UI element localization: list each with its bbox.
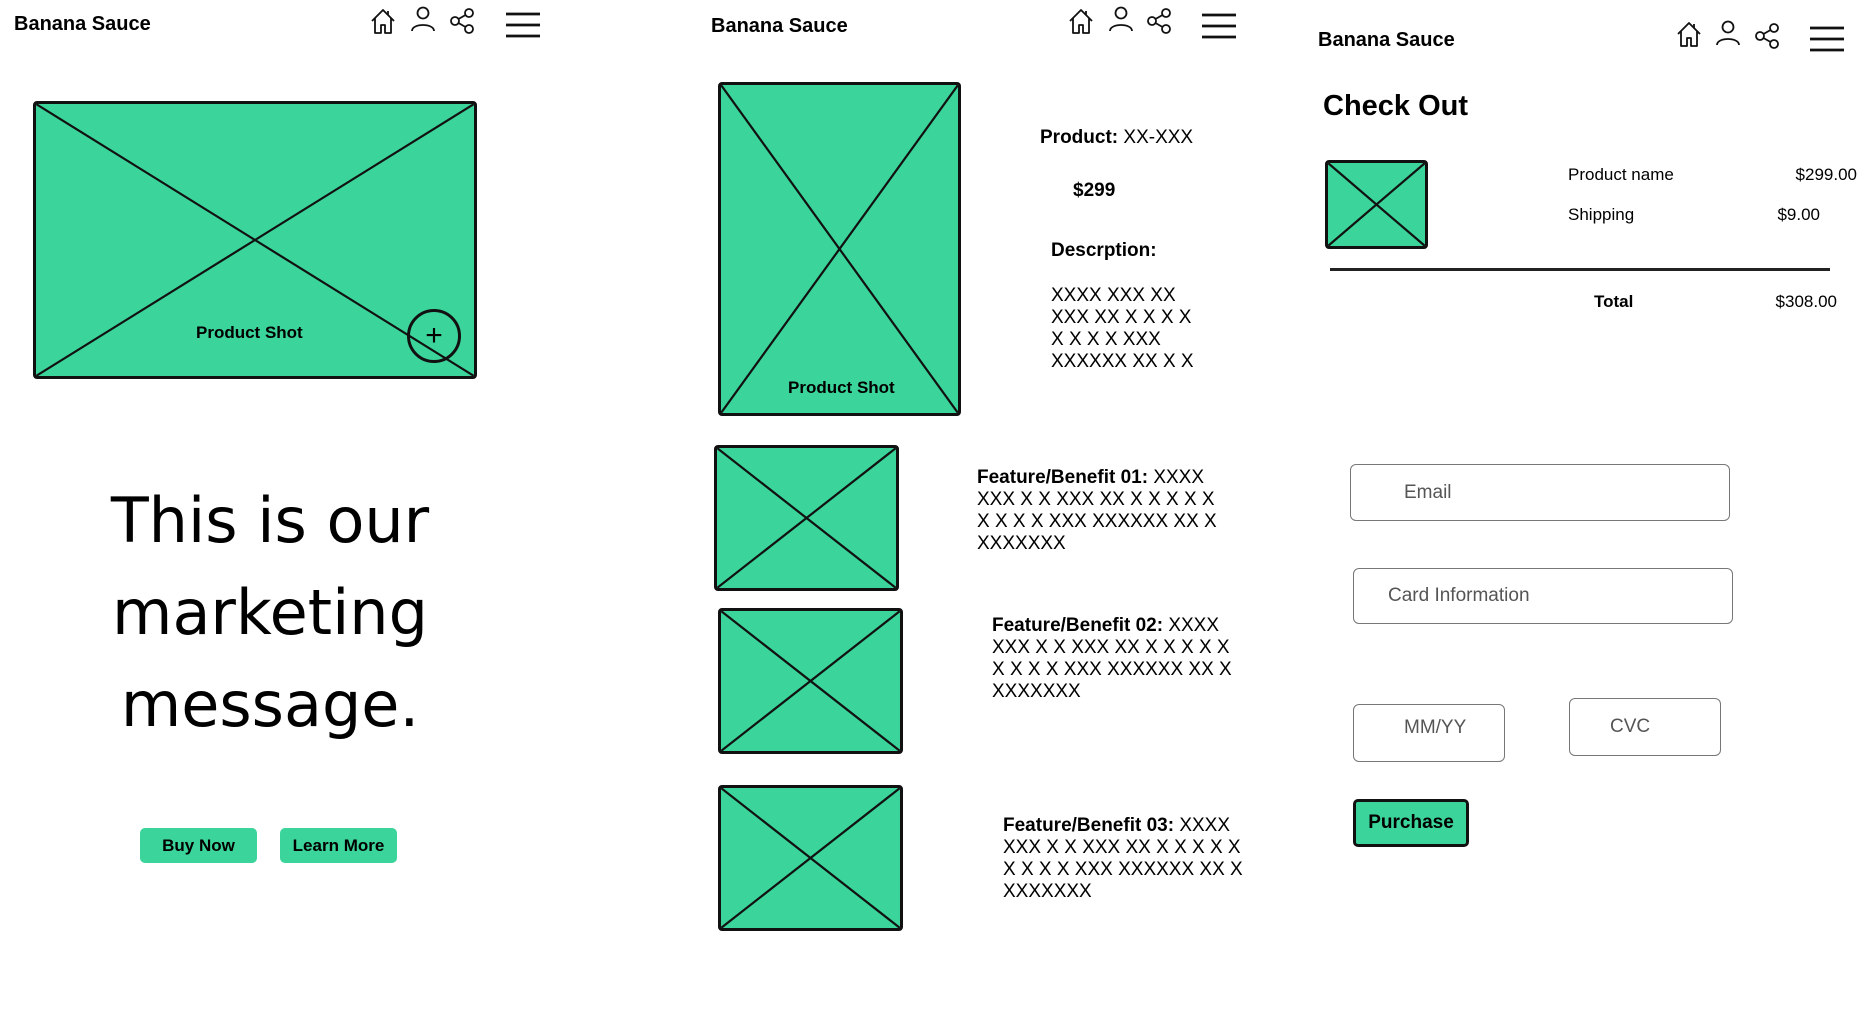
user-icon[interactable] <box>1106 4 1136 34</box>
product-code-label: Product: <box>1040 127 1119 148</box>
home-icon[interactable] <box>1066 6 1096 36</box>
description-line: XXXXXX XX X X <box>1051 351 1194 372</box>
feature-label: Feature/Benefit 01: <box>977 467 1149 488</box>
expiry-placeholder: MM/YY <box>1404 717 1467 738</box>
product-shot-placeholder[interactable]: Product Shot <box>718 82 961 416</box>
feature-line: X X X X XXX XXXXXX XX X <box>992 659 1232 680</box>
feature-image-placeholder <box>714 445 899 591</box>
plus-icon: + <box>425 319 443 352</box>
feature-benefit-03: Feature/Benefit 03: XXXX XXX X X XXX XX … <box>1003 815 1243 903</box>
product-price: $299 <box>1073 180 1116 201</box>
buy-now-button[interactable]: Buy Now <box>140 828 257 863</box>
feature-label: Feature/Benefit 03: <box>1003 815 1175 836</box>
description-line: XXX XX X X X X <box>1051 307 1192 328</box>
share-icon[interactable] <box>447 6 477 36</box>
description-text: XXXX XXX XX XXX XX X X X X X X X X XXX X… <box>1051 285 1194 373</box>
feature-line: XXX X X XXX XX X X X X X <box>1003 837 1241 858</box>
expiry-field[interactable]: MM/YY <box>1353 704 1505 762</box>
feature-line: X X X X XXX XXXXXX XX X <box>977 511 1217 532</box>
user-icon[interactable] <box>1713 18 1743 48</box>
cart-item-thumbnail <box>1325 160 1428 249</box>
card-information-placeholder: Card Information <box>1388 585 1530 606</box>
hamburger-menu-icon[interactable] <box>1201 11 1237 41</box>
line-item-name: Shipping <box>1568 205 1635 224</box>
line-item-name: Product name <box>1568 165 1674 184</box>
cvc-placeholder: CVC <box>1610 716 1651 737</box>
line-item-amount: $9.00 <box>1777 205 1820 224</box>
product-code-value: XX-XXX <box>1123 127 1194 148</box>
total-amount: $308.00 <box>1775 292 1837 311</box>
marketing-message-line: This is our <box>110 484 430 557</box>
feature-image-placeholder <box>718 785 903 931</box>
zoom-button[interactable]: + <box>407 309 461 363</box>
purchase-button[interactable]: Purchase <box>1353 799 1469 847</box>
product-shot-label: Product Shot <box>196 323 303 342</box>
feature-line: XXXXXXX <box>992 681 1081 702</box>
feature-benefit-01: Feature/Benefit 01: XXXX XXX X X XXX XX … <box>977 467 1217 555</box>
product-code: Product: XX-XXX <box>1040 127 1193 149</box>
product-shot-label: Product Shot <box>788 378 895 397</box>
share-icon[interactable] <box>1752 21 1782 51</box>
email-field[interactable]: Email <box>1350 464 1730 521</box>
home-icon[interactable] <box>368 6 398 36</box>
share-icon[interactable] <box>1144 6 1174 36</box>
feature-line: X X X X XXX XXXXXX XX X <box>1003 859 1243 880</box>
total-label: Total <box>1594 292 1634 311</box>
hamburger-menu-icon[interactable] <box>505 10 541 40</box>
card-information-field[interactable]: Card Information <box>1353 568 1733 624</box>
marketing-message: This is our marketing message. <box>60 475 480 751</box>
feature-line: XXX X X XXX XX X X X X X <box>977 489 1215 510</box>
description-line: XXXX XXX XX <box>1051 285 1176 306</box>
hamburger-menu-icon[interactable] <box>1809 24 1845 54</box>
brand-logo[interactable]: Banana Sauce <box>711 15 848 38</box>
page-title: Check Out <box>1323 90 1469 122</box>
feature-line: XXXXXXX <box>1003 881 1092 902</box>
user-icon[interactable] <box>408 4 438 34</box>
feature-line: XXX X X XXX XX X X X X X <box>992 637 1230 658</box>
marketing-message-line: message. <box>120 668 420 741</box>
brand-logo[interactable]: Banana Sauce <box>14 13 151 36</box>
marketing-message-line: marketing <box>112 576 428 649</box>
feature-text: XXXX <box>1153 467 1205 488</box>
feature-text: XXXX <box>1168 615 1220 636</box>
feature-benefit-02: Feature/Benefit 02: XXXX XXX X X XXX XX … <box>992 615 1232 703</box>
product-shot-placeholder[interactable]: Product Shot + <box>33 101 477 379</box>
home-icon[interactable] <box>1674 19 1704 49</box>
description-label: Descrption: <box>1051 240 1157 261</box>
description-line: X X X X XXX <box>1051 329 1161 350</box>
brand-logo[interactable]: Banana Sauce <box>1318 29 1455 52</box>
email-placeholder: Email <box>1404 481 1452 503</box>
cvc-field[interactable]: CVC <box>1569 698 1721 756</box>
summary-divider <box>1330 268 1830 271</box>
feature-label: Feature/Benefit 02: <box>992 615 1164 636</box>
feature-text: XXXX <box>1179 815 1231 836</box>
learn-more-button[interactable]: Learn More <box>280 828 397 863</box>
line-item-amount: $299.00 <box>1795 165 1857 184</box>
feature-image-placeholder <box>718 608 903 754</box>
feature-line: XXXXXXX <box>977 533 1066 554</box>
